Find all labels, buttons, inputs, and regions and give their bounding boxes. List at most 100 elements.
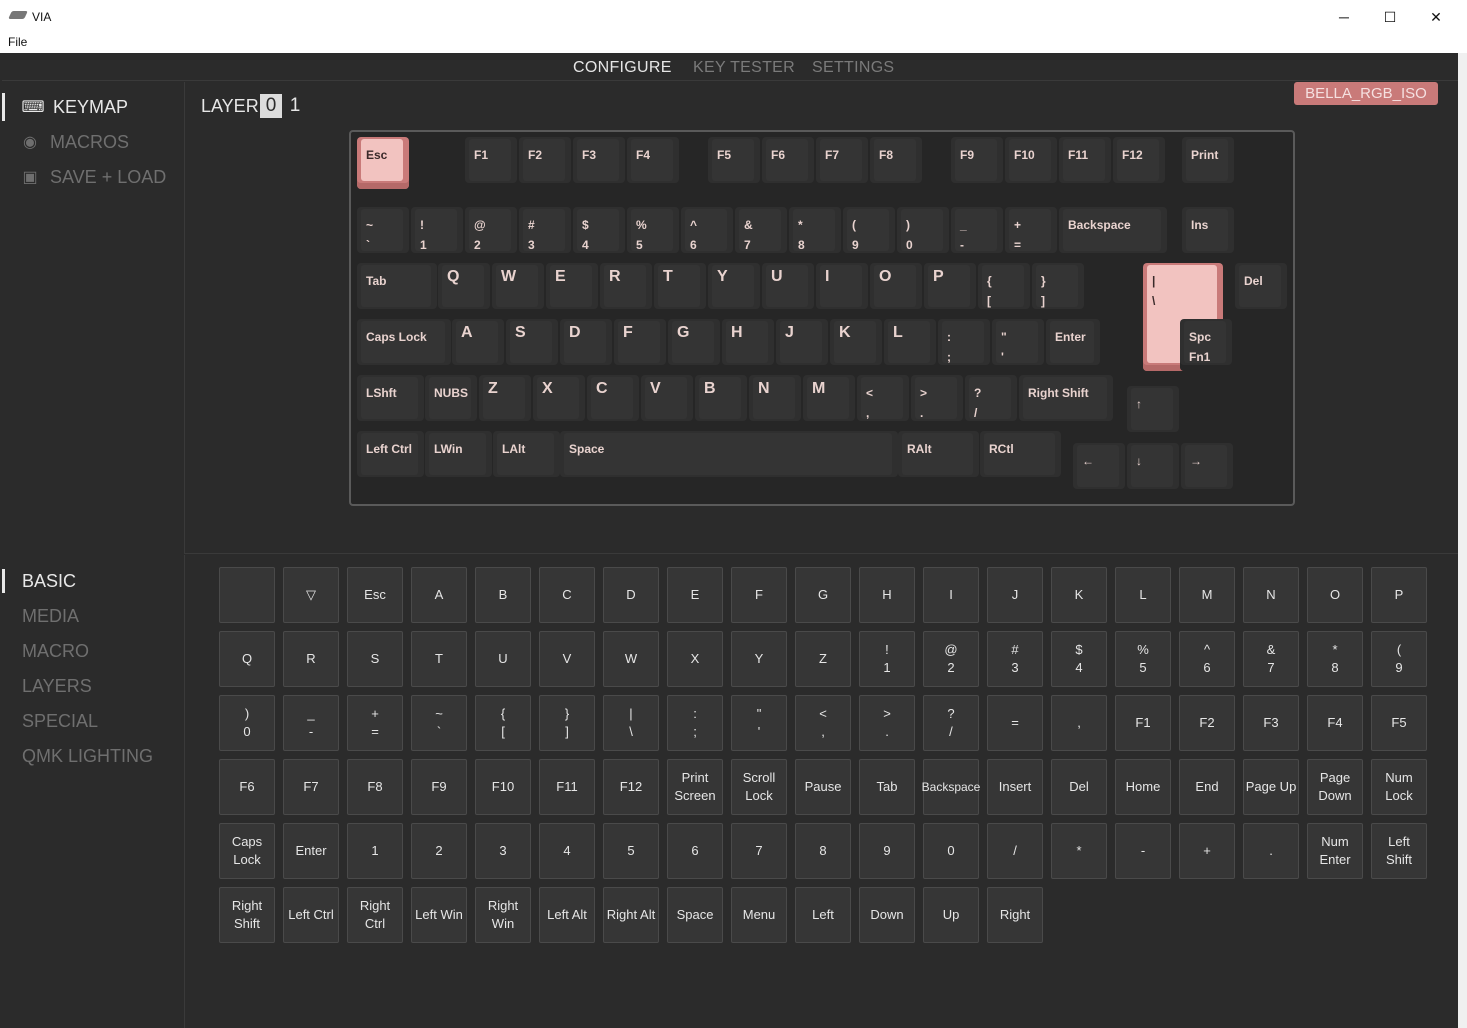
keymap-key[interactable]: " ' bbox=[992, 319, 1044, 371]
keycode-button[interactable]: } ] bbox=[539, 695, 595, 751]
keymap-key[interactable]: X bbox=[533, 375, 585, 427]
keymap-key[interactable]: F5 bbox=[708, 137, 760, 189]
keymap-key[interactable]: F6 bbox=[762, 137, 814, 189]
keymap-key[interactable]: Q bbox=[438, 263, 490, 315]
keymap-key[interactable]: Print bbox=[1182, 137, 1234, 189]
keycode-button[interactable]: & 7 bbox=[1243, 631, 1299, 687]
keycode-button[interactable]: Num Enter bbox=[1307, 823, 1363, 879]
keycode-button[interactable]: ? / bbox=[923, 695, 979, 751]
keymap-key[interactable]: W bbox=[492, 263, 544, 315]
keycode-button[interactable]: Z bbox=[795, 631, 851, 687]
keycode-button[interactable]: Tab bbox=[859, 759, 915, 815]
keymap-key[interactable]: < , bbox=[857, 375, 909, 427]
keycode-button[interactable]: B bbox=[475, 567, 531, 623]
category-layers[interactable]: LAYERS bbox=[2, 674, 92, 698]
keycode-button[interactable]: Enter bbox=[283, 823, 339, 879]
keymap-key[interactable]: F8 bbox=[870, 137, 922, 189]
tab-configure[interactable]: CONFIGURE bbox=[573, 59, 672, 77]
keycode-button[interactable]: _ - bbox=[283, 695, 339, 751]
keycode-button[interactable] bbox=[219, 567, 275, 623]
maximize-button[interactable]: ☐ bbox=[1367, 0, 1413, 34]
sidebar-item-macros[interactable]: ◉ MACROS bbox=[2, 128, 129, 156]
keymap-key[interactable]: { [ bbox=[978, 263, 1030, 315]
keycode-button[interactable]: = bbox=[987, 695, 1043, 751]
keymap-key[interactable]: F7 bbox=[816, 137, 868, 189]
keymap-key[interactable]: > . bbox=[911, 375, 963, 427]
keymap-key[interactable]: Esc bbox=[357, 137, 409, 189]
keymap-key[interactable]: → bbox=[1181, 443, 1233, 495]
keycode-button[interactable]: K bbox=[1051, 567, 1107, 623]
keycode-button[interactable]: Page Up bbox=[1243, 759, 1299, 815]
keymap-key[interactable]: NUBS bbox=[425, 375, 477, 427]
keycode-button[interactable]: G bbox=[795, 567, 851, 623]
keymap-key[interactable]: & 7 bbox=[735, 207, 787, 259]
keycode-button[interactable]: X bbox=[667, 631, 723, 687]
sidebar-item-save-load[interactable]: ▣ SAVE + LOAD bbox=[2, 163, 166, 191]
keycode-button[interactable]: $ 4 bbox=[1051, 631, 1107, 687]
close-button[interactable]: ✕ bbox=[1413, 0, 1459, 34]
keymap-key[interactable]: R bbox=[600, 263, 652, 315]
keymap-key[interactable]: F bbox=[614, 319, 666, 371]
keycode-button[interactable]: ^ 6 bbox=[1179, 631, 1235, 687]
keycode-button[interactable]: Right Alt bbox=[603, 887, 659, 943]
keycode-button[interactable]: F10 bbox=[475, 759, 531, 815]
keymap-key[interactable]: F10 bbox=[1005, 137, 1057, 189]
keycode-button[interactable]: Menu bbox=[731, 887, 787, 943]
keycode-button[interactable]: Y bbox=[731, 631, 787, 687]
keycode-button[interactable]: 2 bbox=[411, 823, 467, 879]
keycode-button[interactable]: Down bbox=[859, 887, 915, 943]
category-macro[interactable]: MACRO bbox=[2, 639, 89, 663]
keycode-button[interactable]: Right Ctrl bbox=[347, 887, 403, 943]
keycode-button[interactable]: : ; bbox=[667, 695, 723, 751]
keymap-key[interactable]: J bbox=[776, 319, 828, 371]
keymap-key[interactable]: ^ 6 bbox=[681, 207, 733, 259]
keycode-button[interactable]: / bbox=[987, 823, 1043, 879]
keycode-button[interactable]: " ' bbox=[731, 695, 787, 751]
keymap-key[interactable]: ( 9 bbox=[843, 207, 895, 259]
keymap-key[interactable]: E bbox=[546, 263, 598, 315]
tab-key-tester[interactable]: KEY TESTER bbox=[693, 59, 795, 77]
keymap-key[interactable]: _ - bbox=[951, 207, 1003, 259]
keycode-button[interactable]: W bbox=[603, 631, 659, 687]
scrollbar[interactable] bbox=[1458, 53, 1467, 1028]
keycode-button[interactable]: Backspace bbox=[922, 759, 980, 815]
keycode-button[interactable]: F11 bbox=[539, 759, 595, 815]
keycode-button[interactable]: Left Shift bbox=[1371, 823, 1427, 879]
keycode-button[interactable]: Right Win bbox=[475, 887, 531, 943]
keycode-button[interactable]: Home bbox=[1115, 759, 1171, 815]
keymap-key[interactable]: ? / bbox=[965, 375, 1017, 427]
keymap-key[interactable]: D bbox=[560, 319, 612, 371]
keycode-button[interactable]: > . bbox=[859, 695, 915, 751]
keymap-key[interactable]: F12 bbox=[1113, 137, 1165, 189]
keycode-button[interactable]: * bbox=[1051, 823, 1107, 879]
keycode-button[interactable]: Right Shift bbox=[219, 887, 275, 943]
keycode-button[interactable]: P bbox=[1371, 567, 1427, 623]
keymap-key[interactable]: F4 bbox=[627, 137, 679, 189]
keymap-key[interactable]: Space bbox=[560, 431, 898, 483]
keycode-button[interactable]: Insert bbox=[987, 759, 1043, 815]
keycode-button[interactable]: M bbox=[1179, 567, 1235, 623]
keymap-key[interactable]: A bbox=[452, 319, 504, 371]
keymap-key[interactable]: B bbox=[695, 375, 747, 427]
keycode-button[interactable]: A bbox=[411, 567, 467, 623]
keycode-button[interactable]: F9 bbox=[411, 759, 467, 815]
keymap-key[interactable]: Caps Lock bbox=[357, 319, 451, 371]
keymap-key[interactable]: G bbox=[668, 319, 720, 371]
keycode-button[interactable]: 4 bbox=[539, 823, 595, 879]
keymap-key[interactable]: O bbox=[870, 263, 922, 315]
keymap-key[interactable]: I bbox=[816, 263, 868, 315]
keymap-key[interactable]: ↑ bbox=[1127, 386, 1179, 438]
keymap-key[interactable]: } ] bbox=[1032, 263, 1084, 315]
keymap-key[interactable]: @ 2 bbox=[465, 207, 517, 259]
keycode-button[interactable]: @ 2 bbox=[923, 631, 979, 687]
layer-button-1[interactable]: 1 bbox=[284, 94, 306, 118]
keymap-key[interactable]: S bbox=[506, 319, 558, 371]
keycode-button[interactable]: F3 bbox=[1243, 695, 1299, 751]
keycode-button[interactable]: F5 bbox=[1371, 695, 1427, 751]
keycode-button[interactable]: - bbox=[1115, 823, 1171, 879]
keymap-key[interactable]: Backspace bbox=[1059, 207, 1167, 259]
keycode-button[interactable]: N bbox=[1243, 567, 1299, 623]
minimize-button[interactable]: ─ bbox=[1321, 0, 1367, 34]
keycode-button[interactable]: J bbox=[987, 567, 1043, 623]
keycode-button[interactable]: Left Alt bbox=[539, 887, 595, 943]
